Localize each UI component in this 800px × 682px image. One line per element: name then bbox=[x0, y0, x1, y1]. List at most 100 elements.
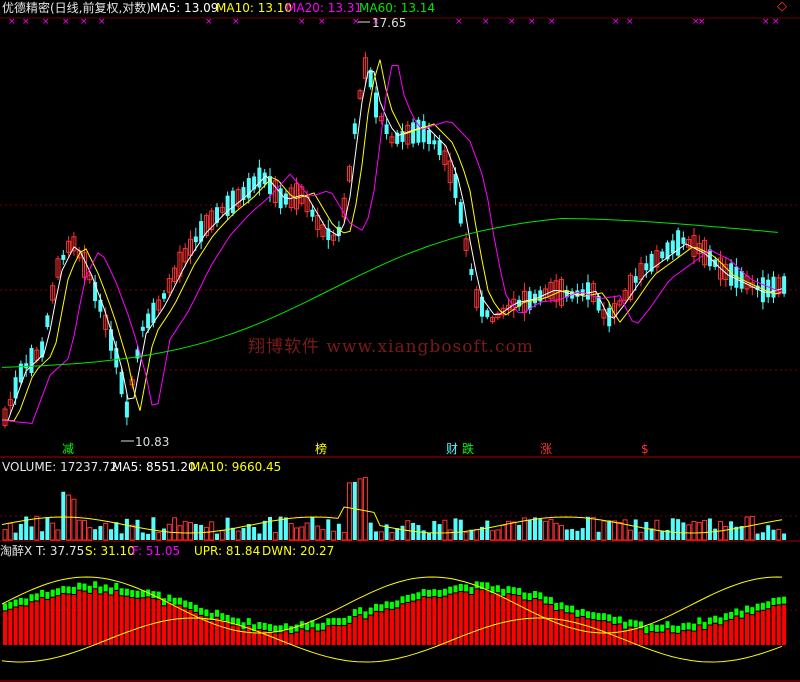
indicator-red-bar bbox=[617, 624, 622, 645]
indicator-green-bar bbox=[707, 617, 712, 625]
top-marker-x: × bbox=[508, 17, 516, 27]
indicator-red-bar bbox=[670, 633, 675, 645]
candle-body bbox=[109, 329, 113, 351]
indicator-red-bar bbox=[209, 620, 214, 645]
candle-body bbox=[432, 140, 437, 145]
indicator-green-bar bbox=[612, 616, 617, 624]
volume-bar bbox=[252, 526, 257, 540]
indicator-green-bar bbox=[93, 581, 98, 589]
candle-body bbox=[427, 130, 431, 144]
indicator-green-bar bbox=[8, 601, 13, 609]
candle-body bbox=[310, 209, 315, 217]
volume-bar bbox=[76, 519, 82, 541]
indicator-t-readout: T: 37.75 bbox=[36, 544, 85, 558]
indicator-red-bar bbox=[437, 597, 442, 645]
indicator-green-bar bbox=[268, 624, 272, 632]
candle-body bbox=[140, 326, 145, 331]
indicator-green-bar bbox=[167, 594, 172, 602]
indicator-green-bar bbox=[411, 593, 416, 601]
indicator-red-bar bbox=[644, 634, 649, 645]
volume-bar bbox=[649, 528, 654, 540]
volume-bar bbox=[40, 531, 45, 540]
indicator-green-bar bbox=[718, 617, 723, 625]
indicator-green-bar bbox=[692, 623, 696, 631]
indicator-green-bar bbox=[723, 613, 728, 621]
volume-bar bbox=[633, 519, 638, 540]
indicator-red-bar bbox=[745, 613, 749, 645]
volume-bar bbox=[696, 522, 702, 541]
indicator-red-bar bbox=[124, 596, 129, 645]
indicator-red-bar bbox=[474, 589, 479, 645]
volume-bar bbox=[707, 518, 712, 540]
indicator-red-bar bbox=[183, 608, 188, 645]
volume-bar bbox=[533, 517, 537, 540]
indicator-red-bar bbox=[416, 600, 421, 645]
event-tag-reduce[interactable]: 减 bbox=[62, 442, 74, 456]
top-marker-x: × bbox=[528, 17, 536, 27]
indicator-green-bar bbox=[448, 586, 453, 594]
indicator-green-bar bbox=[760, 602, 765, 610]
indicator-red-bar bbox=[686, 630, 691, 645]
indicator-red-bar bbox=[723, 621, 728, 645]
indicator-red-bar bbox=[676, 633, 681, 645]
indicator-green-bar bbox=[13, 599, 18, 607]
indicator-green-bar bbox=[29, 594, 34, 602]
indicator-green-bar bbox=[729, 611, 734, 619]
indicator-green-bar bbox=[750, 607, 755, 615]
indicator-green-bar bbox=[130, 590, 135, 598]
indicator-red-bar bbox=[342, 625, 347, 645]
indicator-red-bar bbox=[543, 604, 548, 645]
indicator-green-bar bbox=[405, 594, 410, 602]
indicator-red-bar bbox=[776, 605, 781, 645]
corner-diamond-icon[interactable]: ◇ bbox=[777, 0, 787, 14]
volume-bar bbox=[437, 524, 442, 540]
indicator-red-bar bbox=[8, 609, 13, 645]
event-tag-rise[interactable]: 涨 bbox=[540, 442, 552, 456]
event-tag-fall[interactable]: 跌 bbox=[462, 442, 474, 456]
volume-bar bbox=[172, 517, 178, 541]
indicator-red-bar bbox=[151, 599, 156, 645]
volume-bar bbox=[246, 524, 251, 540]
indicator-f-readout: F: 51.05 bbox=[132, 544, 181, 558]
indicator-green-bar bbox=[358, 607, 363, 615]
volume-bar bbox=[315, 525, 321, 541]
indicator-red-bar bbox=[760, 610, 765, 645]
candle-body bbox=[644, 263, 649, 271]
top-marker-x: × bbox=[626, 17, 634, 27]
indicator-green-bar bbox=[342, 617, 347, 625]
indicator-green-bar bbox=[204, 609, 209, 617]
indicator-green-bar bbox=[649, 624, 654, 632]
volume-bar bbox=[193, 524, 198, 540]
top-marker-x: × bbox=[232, 17, 240, 27]
event-tag-dollar[interactable]: $ bbox=[641, 442, 649, 456]
volume-bar bbox=[660, 530, 665, 540]
top-marker-x: × bbox=[698, 17, 706, 27]
indicator-green-bar bbox=[124, 588, 129, 596]
indicator-green-bar bbox=[633, 620, 638, 628]
indicator-red-bar bbox=[517, 596, 522, 645]
candle-body bbox=[400, 131, 405, 142]
volume-bar bbox=[294, 527, 299, 541]
indicator-green-bar bbox=[533, 590, 537, 598]
indicator-red-bar bbox=[374, 611, 378, 645]
indicator-red-bar bbox=[220, 621, 225, 645]
indicator-red-bar bbox=[681, 631, 686, 645]
indicator-green-bar bbox=[389, 601, 394, 609]
volume-bar bbox=[71, 498, 77, 541]
event-tag-finance[interactable]: 财 bbox=[446, 442, 458, 456]
indicator-red-bar bbox=[146, 597, 151, 645]
indicator-red-bar bbox=[442, 596, 447, 645]
indicator-red-bar bbox=[395, 608, 400, 645]
volume-bar bbox=[395, 528, 400, 540]
indicator-green-bar bbox=[670, 625, 675, 633]
ma10-line bbox=[1, 59, 783, 422]
indicator-red-bar bbox=[755, 611, 760, 645]
volume-bar bbox=[13, 532, 18, 540]
indicator-red-bar bbox=[448, 594, 453, 645]
indicator-green-bar bbox=[305, 623, 310, 631]
candle-body bbox=[283, 193, 288, 205]
indicator-red-bar bbox=[87, 593, 92, 645]
indicator-red-bar bbox=[432, 597, 437, 645]
event-tag-list[interactable]: 榜 bbox=[315, 442, 327, 456]
indicator-red-bar bbox=[358, 615, 363, 645]
